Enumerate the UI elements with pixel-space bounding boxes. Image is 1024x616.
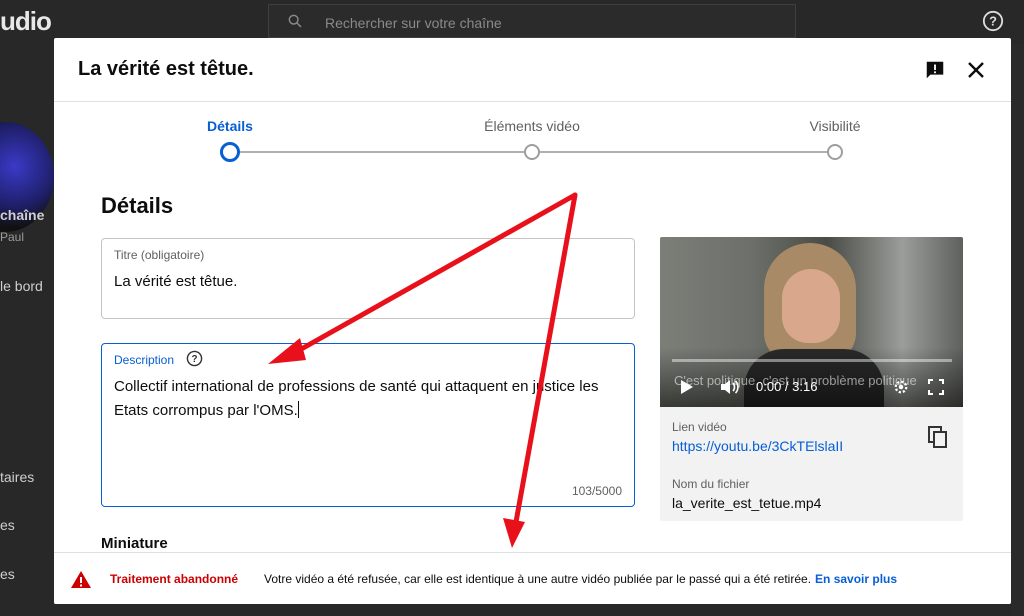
description-text: Collectif international de professions d… [114,378,599,419]
help-icon[interactable]: ? [982,10,1004,32]
search-icon [288,14,302,28]
close-icon[interactable] [964,58,988,82]
dialog-header: La vérité est têtue. [54,38,1011,102]
svg-text:?: ? [191,354,197,365]
description-field[interactable]: Description ? Collectif international de… [101,343,635,507]
channel-search-box[interactable]: Rechercher sur votre chaîne [268,4,796,38]
feedback-icon[interactable] [924,59,946,81]
video-link-label: Lien vidéo [672,420,727,434]
description-field-value[interactable]: Collectif international de professions d… [114,375,622,423]
video-frame-face [782,269,840,343]
sidebar-item-copyright[interactable]: es [0,566,15,582]
background-right-panel [1011,44,1024,616]
rejection-message-text: Votre vidéo a été refusée, car elle est … [264,572,812,586]
sidebar-item-dashboard[interactable]: le bord [0,278,43,294]
upload-stepper: Détails Éléments vidéo Visibilité [54,102,1011,172]
filename-label: Nom du fichier [672,477,750,491]
step-details-label[interactable]: Détails [207,118,253,134]
sidebar-item-comments[interactable]: taires [0,469,34,485]
svg-text:?: ? [989,14,997,29]
fullscreen-icon[interactable] [928,379,944,395]
video-link[interactable]: https://youtu.be/3CkTElslaII [672,438,843,454]
sidebar-item-subtitles[interactable]: es [0,517,15,533]
step-video-elements-dot[interactable] [524,144,540,160]
studio-logo: udio [0,6,52,36]
dialog-title: La vérité est têtue. [78,58,254,80]
title-field-value[interactable]: La vérité est têtue. [114,270,622,294]
search-placeholder: Rechercher sur votre chaîne [325,15,502,31]
video-time: 0:00 / 3:16 [756,379,818,394]
upload-details-dialog: La vérité est têtue. Détails Éléments vi… [54,38,1011,604]
text-caret [297,401,299,418]
processing-status: Traitement abandonné [110,572,239,586]
description-char-counter: 103/5000 [571,484,622,498]
copy-icon[interactable] [928,426,948,448]
thumbnail-heading: Miniature [101,535,168,552]
step-visibility-dot[interactable] [827,144,843,160]
step-video-elements-label[interactable]: Éléments vidéo [484,118,580,134]
description-field-label: Description [114,353,175,367]
volume-icon[interactable] [720,379,740,395]
step-visibility-label[interactable]: Visibilité [809,118,860,134]
studio-sidebar: chaîne Paul le bord taires es es [0,44,54,616]
title-field[interactable]: Titre (obligatoire) La vérité est têtue. [101,238,635,319]
learn-more-link[interactable]: En savoir plus [815,572,897,586]
play-icon[interactable] [680,379,694,395]
title-field-label: Titre (obligatoire) [114,248,205,262]
rejection-message: Votre vidéo a été refusée, car elle est … [264,572,897,586]
processing-status-bar: Traitement abandonné Votre vidéo a été r… [54,552,1011,604]
video-preview-card: C'est politique, c'est un problème polit… [660,237,963,521]
video-progress-bar[interactable] [672,359,952,362]
alert-triangle-icon [71,571,91,588]
sidebar-channel-label: chaîne [0,207,45,223]
video-filename: la_verite_est_tetue.mp4 [672,495,822,511]
section-title: Détails [101,193,174,218]
help-circle-icon[interactable]: ? [186,350,203,367]
video-player[interactable]: C'est politique, c'est un problème polit… [660,237,963,407]
settings-icon[interactable] [892,378,910,396]
sidebar-channel-owner: Paul [0,230,25,244]
step-details-dot[interactable] [220,142,240,162]
